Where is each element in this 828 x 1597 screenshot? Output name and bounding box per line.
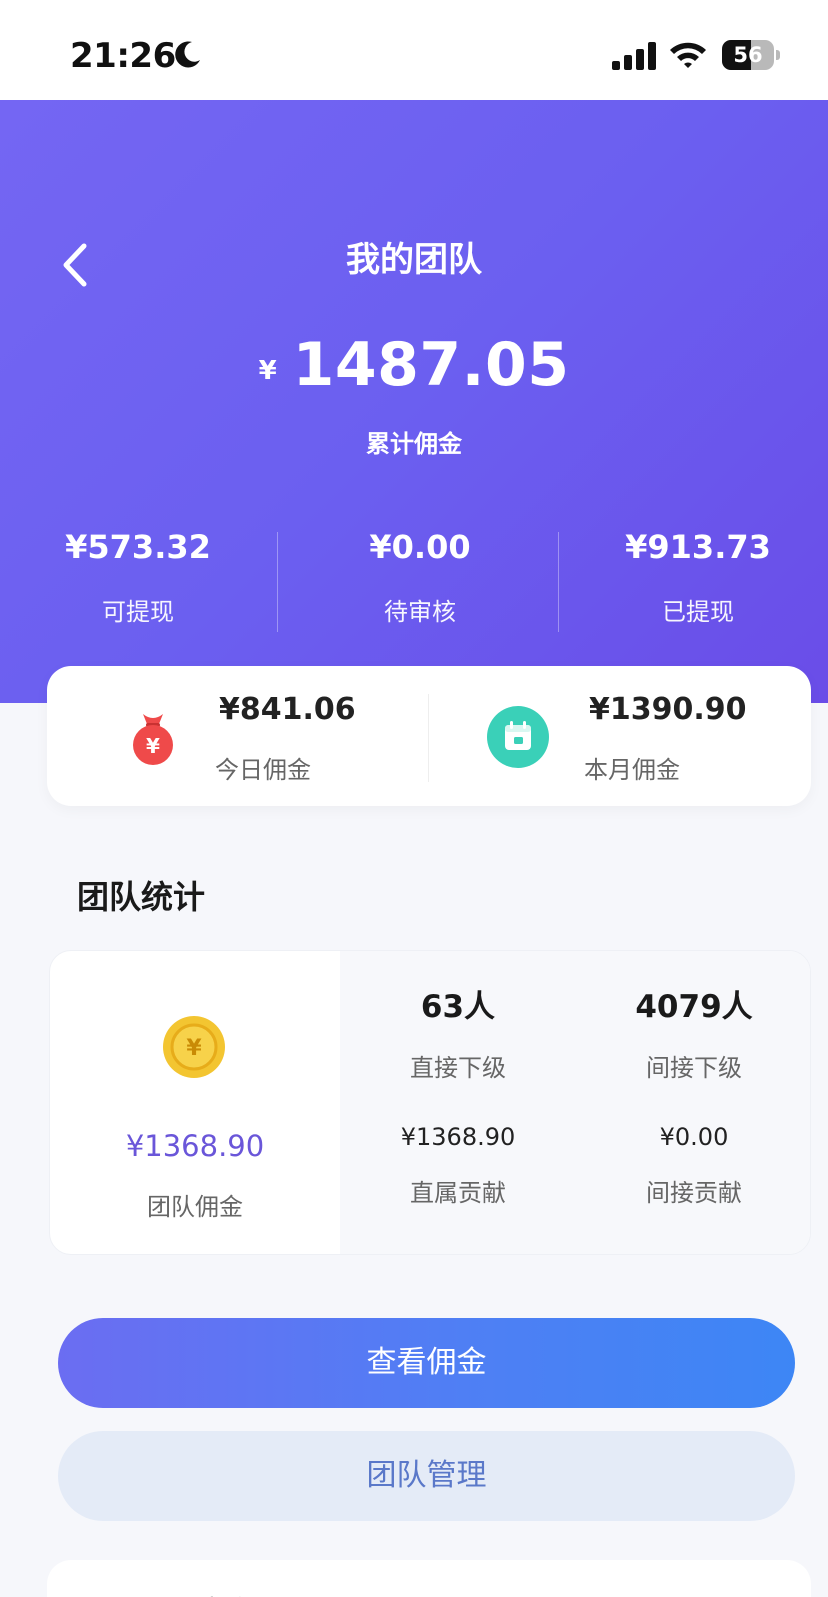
stat-withdrawn[interactable]: ¥913.73 已提现 [560, 528, 828, 627]
svg-text:¥: ¥ [146, 734, 160, 758]
direct-contribution-cell: ¥1368.90 直属贡献 [340, 1123, 576, 1208]
battery-cap [776, 50, 780, 60]
direct-members-cell[interactable]: 63人 直接下级 [340, 981, 576, 1083]
stat-value: ¥573.32 [65, 528, 211, 566]
wifi-icon [670, 42, 706, 68]
stat-pending[interactable]: ¥0.00 待审核 [282, 528, 558, 627]
stat-value: ¥913.73 [625, 528, 771, 566]
stat-label: 待审核 [384, 598, 456, 626]
indirect-contribution-label: 间接贡献 [646, 1179, 742, 1207]
total-commission: ¥1487.05 [0, 330, 828, 400]
today-commission-value: ¥841.06 [219, 692, 356, 727]
status-time: 21:26 [70, 36, 176, 76]
total-currency: ¥ [258, 356, 277, 386]
view-commission-button[interactable]: 查看佣金 [58, 1318, 795, 1408]
total-label: 累计佣金 [366, 430, 462, 458]
svg-text:¥: ¥ [186, 1036, 202, 1061]
signal-icon [612, 42, 656, 70]
direct-members-label: 直接下级 [410, 1054, 506, 1082]
share-invite-card[interactable]: 分享邀请 [47, 1560, 811, 1597]
team-commission-label: 团队佣金 [147, 1193, 243, 1221]
battery-level: 56 [733, 43, 763, 67]
summary-divider [428, 694, 429, 782]
calendar-icon [487, 706, 549, 768]
indirect-contribution-value: ¥0.00 [659, 1123, 729, 1151]
status-bar: 21:26 56 [0, 0, 828, 100]
stat-withdrawable[interactable]: ¥573.32 可提现 [0, 528, 276, 627]
stat-divider [558, 532, 559, 632]
today-commission-label: 今日佣金 [215, 756, 311, 784]
battery-icon: 56 [722, 40, 780, 70]
month-commission-value: ¥1390.90 [589, 692, 747, 727]
stat-divider [277, 532, 278, 632]
coin-icon: ¥ [163, 1016, 225, 1078]
direct-members-value: 63人 [420, 989, 496, 1025]
team-management-button[interactable]: 团队管理 [58, 1431, 795, 1521]
battery-body: 56 [722, 40, 774, 70]
share-invite-title: 分享邀请 [167, 1588, 287, 1597]
indirect-members-value: 4079人 [635, 989, 753, 1025]
page-title: 我的团队 [346, 240, 482, 280]
direct-contribution-value: ¥1368.90 [400, 1123, 516, 1151]
indirect-members-cell[interactable]: 4079人 间接下级 [576, 981, 810, 1083]
commission-summary-card: ¥ ¥841.06 今日佣金 ¥1390.90 本月佣金 [47, 666, 811, 806]
stat-label: 可提现 [102, 598, 174, 626]
indirect-contribution-cell: ¥0.00 间接贡献 [576, 1123, 810, 1208]
money-bag-icon: ¥ [133, 714, 173, 765]
team-stats-grid: 63人 直接下级 4079人 间接下级 ¥1368.90 直属贡献 ¥0.00 … [340, 951, 810, 1254]
stat-value: ¥0.00 [369, 528, 471, 566]
team-commission-value: ¥1368.90 [125, 1129, 265, 1163]
direct-contribution-label: 直属贡献 [410, 1179, 506, 1207]
stat-label: 已提现 [662, 598, 734, 626]
indirect-members-label: 间接下级 [646, 1054, 742, 1082]
team-stats-card: ¥ ¥1368.90 团队佣金 63人 直接下级 4079人 间接下级 ¥136… [49, 950, 811, 1255]
section-title-team-stats: 团队统计 [77, 878, 206, 916]
total-amount: 1487.05 [292, 330, 570, 400]
moon-icon [175, 41, 200, 68]
month-commission-label: 本月佣金 [584, 756, 680, 784]
